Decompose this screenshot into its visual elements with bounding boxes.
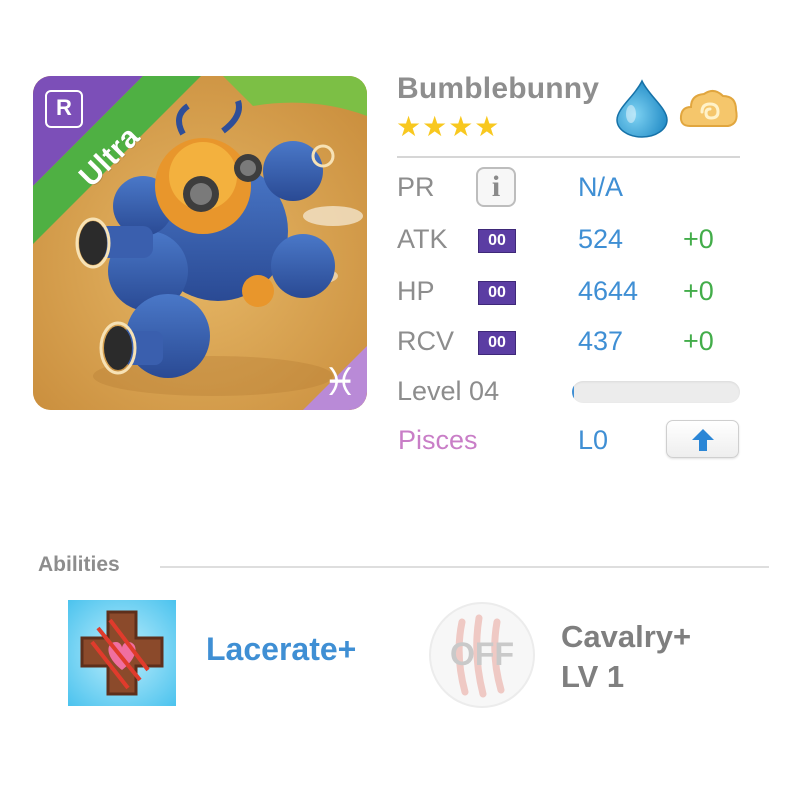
xp-progress-fill: [572, 381, 574, 403]
zodiac-level: L0: [578, 425, 609, 455]
zodiac-upgrade-button[interactable]: [666, 420, 739, 458]
cloud-swirl-icon: [679, 90, 738, 127]
level-label: Level 04: [397, 376, 500, 406]
arrow-up-icon: [691, 429, 714, 451]
atk-value: 524: [578, 224, 624, 254]
zodiac-name: Pisces: [398, 425, 478, 455]
rcv-label: RCV: [397, 326, 455, 356]
unit-name: Bumblebunny: [397, 72, 600, 105]
header-divider: [397, 156, 740, 158]
pr-info-button[interactable]: i: [476, 167, 516, 207]
hp-label: HP: [397, 276, 435, 306]
rcv-bonus: +0: [683, 326, 714, 356]
passive-ability-name: Cavalry+ LV 1: [561, 617, 691, 697]
pr-label: PR: [397, 172, 435, 202]
lacerate-ability-icon[interactable]: [68, 600, 176, 706]
water-drop-icon: [616, 79, 668, 138]
passive-ability-title: Cavalry+: [561, 619, 692, 654]
hp-bonus: +0: [683, 276, 714, 306]
info-icon: i: [491, 170, 501, 203]
abilities-heading: Abilities: [38, 553, 120, 576]
atk-plus-badge: 00: [478, 229, 516, 253]
star-rating: ★★★★: [396, 110, 501, 143]
pr-value: N/A: [578, 172, 624, 202]
hp-value: 4644: [578, 276, 639, 306]
pisces-icon: ♓: [322, 360, 358, 404]
hp-plus-badge: 00: [478, 281, 516, 305]
rcv-value: 437: [578, 326, 624, 356]
passive-ability-level: LV 1: [561, 659, 625, 694]
rank-badge: R: [45, 90, 83, 128]
atk-bonus: +0: [683, 224, 714, 254]
abilities-divider: [160, 566, 769, 568]
rcv-plus-badge: 00: [478, 331, 516, 355]
atk-label: ATK: [397, 224, 448, 254]
unit-portrait[interactable]: [33, 76, 367, 410]
passive-status-off: OFF: [450, 636, 514, 672]
xp-progress-bar: [572, 381, 740, 403]
active-ability-name[interactable]: Lacerate+: [206, 631, 356, 668]
